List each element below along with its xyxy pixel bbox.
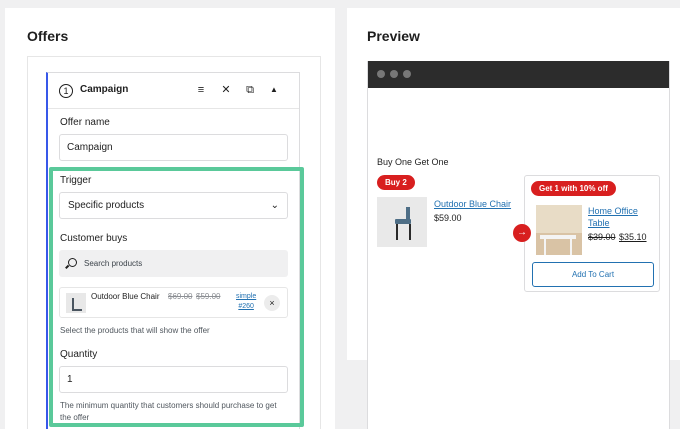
sku-id: #260 — [238, 303, 254, 310]
step-number: 1 — [59, 84, 73, 98]
product-price-old: $69.00 — [168, 292, 193, 301]
search-placeholder: Search products — [84, 259, 143, 268]
get-product-name-line1: Home Office — [588, 206, 638, 216]
offer-name-label: Offer name — [60, 117, 110, 128]
preview-title: Preview — [367, 28, 420, 44]
chair-image — [377, 197, 427, 247]
collapse-icon[interactable]: ▲ — [267, 83, 281, 97]
product-sku-link[interactable]: simple #260 — [236, 292, 256, 312]
arrow-right-icon: → — [513, 224, 531, 242]
trigger-select[interactable]: Specific products ⌄ — [59, 192, 288, 219]
customer-buys-help: Select the products that will show the o… — [60, 326, 210, 335]
campaign-title: Campaign — [80, 84, 129, 95]
offer-heading: Buy One Get One — [377, 157, 449, 167]
product-thumbnail — [66, 293, 86, 313]
search-products-input[interactable]: Search products — [59, 250, 288, 277]
product-price-new: $59.00 — [196, 292, 221, 301]
offers-title: Offers — [27, 28, 69, 44]
quantity-help: The minimum quantity that customers shou… — [60, 401, 277, 422]
offer-name-input[interactable]: Campaign — [59, 134, 288, 161]
campaign-card: 1 Campaign ≡ ✕ ⧉ ▲ Offer name Campaign T… — [46, 72, 300, 429]
search-icon — [68, 258, 77, 267]
get-product-link[interactable]: Home Office Table — [588, 205, 638, 229]
get-product-price-new: $35.10 — [619, 232, 647, 242]
close-icon[interactable]: ✕ — [219, 83, 233, 97]
browser-toolbar — [368, 61, 669, 88]
get-badge: Get 1 with 10% off — [531, 181, 616, 196]
buy-product-link[interactable]: Outdoor Blue Chair — [434, 198, 511, 210]
remove-product-button[interactable]: × — [264, 295, 280, 311]
product-name: Outdoor Blue Chair — [91, 292, 160, 301]
menu-icon[interactable]: ≡ — [194, 83, 208, 97]
quantity-label: Quantity — [60, 349, 98, 360]
customer-buys-label: Customer buys — [60, 233, 128, 244]
campaign-header[interactable]: 1 Campaign ≡ ✕ ⧉ ▲ — [48, 73, 299, 109]
duplicate-icon[interactable]: ⧉ — [243, 83, 257, 97]
sku-type: simple — [236, 293, 257, 300]
get-product-name-line2: Table — [588, 218, 610, 228]
quantity-input[interactable]: 1 — [59, 366, 288, 393]
window-dot-icon — [403, 70, 411, 78]
selected-product-row: Outdoor Blue Chair $69.00 $59.00 simple … — [59, 287, 288, 318]
trigger-selected-value: Specific products — [68, 200, 145, 211]
buy-badge: Buy 2 — [377, 175, 415, 190]
trigger-label: Trigger — [60, 175, 92, 186]
window-dot-icon — [390, 70, 398, 78]
get-product-price-old: $39.00 — [588, 232, 616, 242]
table-image — [536, 205, 582, 255]
window-dot-icon — [377, 70, 385, 78]
add-to-cart-button[interactable]: Add To Cart — [532, 262, 654, 287]
chevron-down-icon: ⌄ — [270, 200, 279, 211]
buy-product-price: $59.00 — [434, 213, 462, 223]
